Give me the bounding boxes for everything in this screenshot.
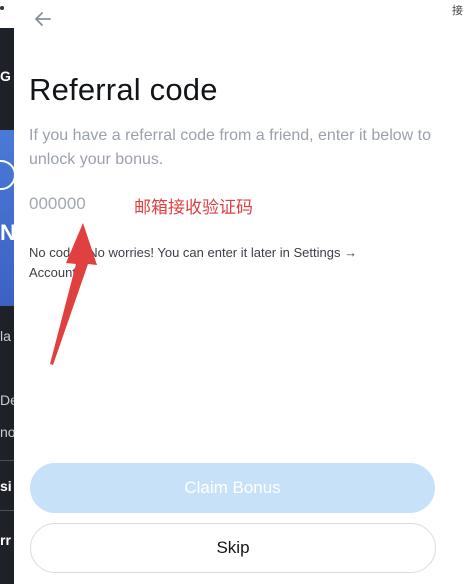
claim-bonus-button[interactable]: Claim Bonus: [30, 463, 435, 513]
background-banner: [0, 130, 14, 306]
arrow-left-icon: [35, 12, 51, 26]
back-button[interactable]: [32, 8, 54, 30]
background-divider: [0, 510, 14, 511]
referral-code-modal: Referral code If you have a referral cod…: [14, 0, 452, 584]
annotation-label: 邮箱接收验证码: [134, 198, 253, 217]
skip-button[interactable]: Skip: [30, 523, 436, 573]
background-dot: [0, 6, 4, 10]
background-text-fragment: 接: [452, 5, 463, 17]
page-title: Referral code: [29, 72, 218, 107]
hint-text: No code? No worries! You can enter it la…: [29, 245, 358, 280]
background-text-fragment: si: [0, 478, 12, 494]
background-text-fragment: G: [0, 68, 11, 84]
background-divider: [0, 460, 14, 461]
background-right-panel: [452, 0, 464, 584]
background-top-strip: [0, 0, 14, 28]
background-text-fragment: rr: [0, 532, 11, 548]
description-text: If you have a referral code from a frien…: [29, 127, 431, 168]
background-text-fragment: la: [0, 328, 11, 344]
referral-code-input[interactable]: [29, 190, 129, 218]
